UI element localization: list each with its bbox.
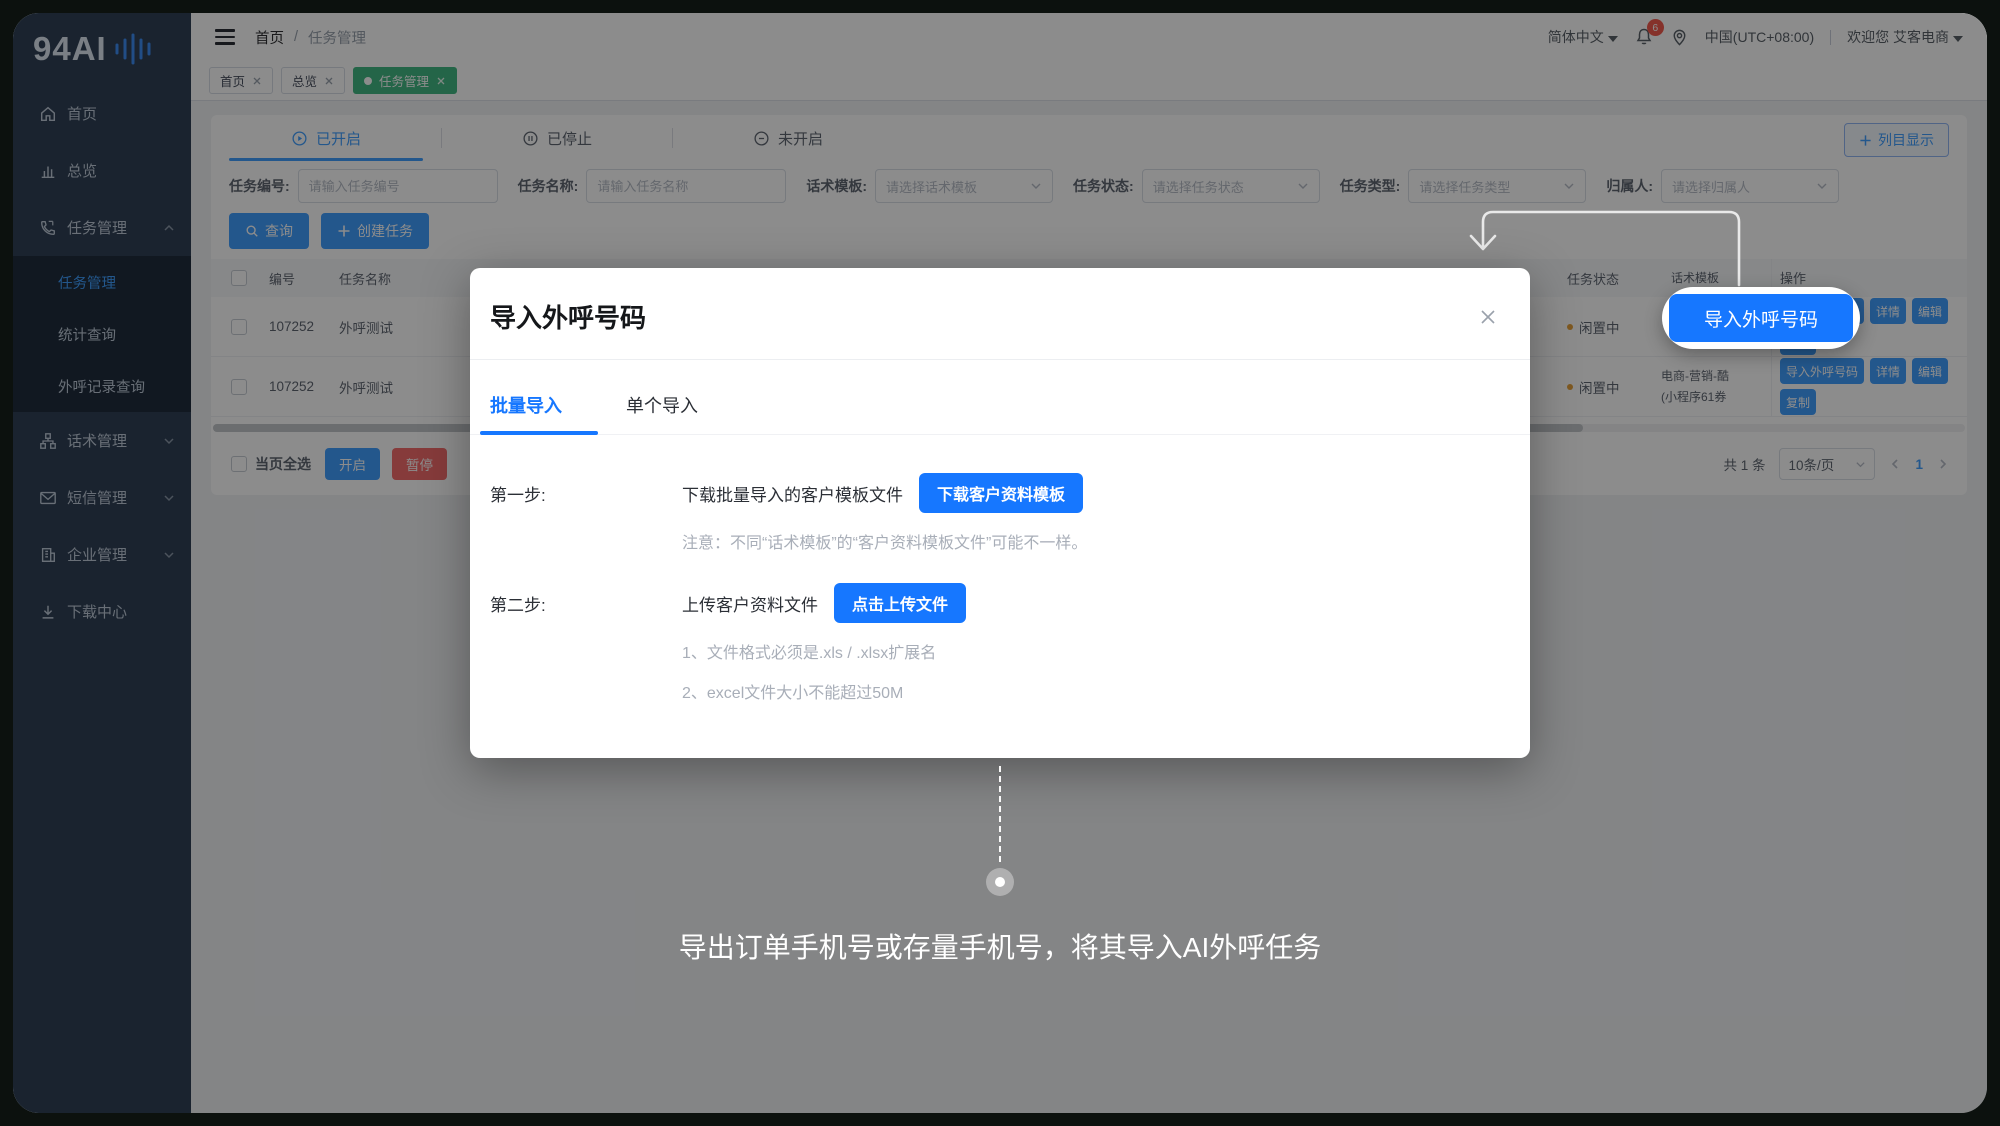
step-1-row: 第一步: 下载批量导入的客户模板文件 下载客户资料模板 <box>490 473 1502 513</box>
download-template-button[interactable]: 下载客户资料模板 <box>919 473 1083 513</box>
import-numbers-button-highlighted[interactable]: 导入外呼号码 <box>1669 294 1853 342</box>
guide-caption: 导出订单手机号或存量手机号，将其导入AI外呼任务 <box>0 926 2000 966</box>
step-1-note: 注意：不同“话术模板”的“客户资料模板文件”可能不一样。 <box>682 529 1502 553</box>
close-icon[interactable] <box>1476 305 1500 329</box>
upload-rule-1: 1、文件格式必须是.xls / .xlsx扩展名 <box>682 639 1502 663</box>
import-numbers-modal: 导入外呼号码 批量导入 单个导入 第一步: 下载批量导入的客户模板文件 下载客户… <box>470 268 1530 758</box>
tab-batch-import[interactable]: 批量导入 <box>490 392 562 434</box>
step-1-text: 下载批量导入的客户模板文件 <box>682 481 903 506</box>
step-2-text: 上传客户资料文件 <box>682 591 818 616</box>
modal-body: 第一步: 下载批量导入的客户模板文件 下载客户资料模板 注意：不同“话术模板”的… <box>470 435 1530 703</box>
screen: 94AI 首页 总览 任务管理 <box>0 0 2000 1126</box>
modal-title: 导入外呼号码 <box>490 298 646 335</box>
tab-single-import[interactable]: 单个导入 <box>626 392 698 434</box>
modal-header: 导入外呼号码 <box>470 268 1530 360</box>
upload-rule-2: 2、excel文件大小不能超过50M <box>682 679 1502 703</box>
modal-tabs: 批量导入 单个导入 <box>470 360 1530 435</box>
step-1-label: 第一步: <box>490 481 682 506</box>
guide-dot <box>986 868 1014 896</box>
spotlight-highlight: 导入外呼号码 <box>1662 287 1860 349</box>
guide-dashed-line <box>999 766 1001 862</box>
step-2-label: 第二步: <box>490 591 682 616</box>
step-2-row: 第二步: 上传客户资料文件 点击上传文件 <box>490 583 1502 623</box>
upload-file-button[interactable]: 点击上传文件 <box>834 583 966 623</box>
